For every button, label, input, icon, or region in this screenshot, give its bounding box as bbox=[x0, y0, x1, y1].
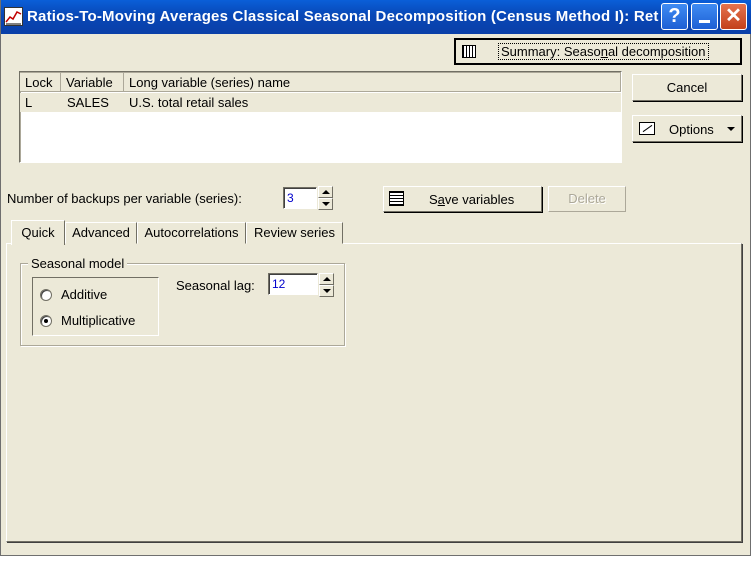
variables-table[interactable]: Lock Variable Long variable (series) nam… bbox=[19, 71, 622, 163]
seasonal-lag-label: Seasonal lag: bbox=[176, 278, 255, 293]
radio-multiplicative-label[interactable]: Multiplicative bbox=[61, 313, 135, 328]
title-bar[interactable]: Ratios-To-Moving Averages Classical Seas… bbox=[1, 0, 751, 34]
summary-button[interactable]: Summary: Seasonal decomposition bbox=[454, 38, 742, 65]
radio-additive-label[interactable]: Additive bbox=[61, 287, 107, 302]
spin-up-icon[interactable] bbox=[319, 273, 334, 285]
dropdown-arrow-icon bbox=[727, 127, 735, 131]
dialog-window: Ratios-To-Moving Averages Classical Seas… bbox=[0, 0, 751, 556]
column-header-variable[interactable]: Variable bbox=[61, 73, 124, 92]
save-variables-icon bbox=[389, 191, 404, 206]
chart-app-icon bbox=[4, 7, 23, 26]
minimize-button[interactable] bbox=[691, 3, 718, 30]
options-button[interactable]: Options bbox=[632, 115, 742, 142]
cancel-button[interactable]: Cancel bbox=[632, 74, 742, 101]
tab-advanced[interactable]: Advanced bbox=[65, 222, 137, 244]
spin-up-icon[interactable] bbox=[318, 186, 333, 198]
cell-lock: L bbox=[25, 95, 33, 110]
column-header-lock[interactable]: Lock bbox=[20, 73, 61, 92]
options-icon bbox=[639, 122, 655, 135]
tab-review-series[interactable]: Review series bbox=[246, 222, 343, 244]
help-button[interactable]: ? bbox=[661, 3, 688, 30]
column-header-long-name[interactable]: Long variable (series) name bbox=[124, 73, 621, 92]
save-variables-label: Save variables bbox=[429, 192, 515, 207]
radio-multiplicative-icon[interactable] bbox=[40, 315, 52, 327]
tab-quick[interactable]: Quick bbox=[11, 220, 65, 245]
save-variables-button[interactable]: Save variables bbox=[383, 186, 542, 212]
table-row[interactable]: L SALES U.S. total retail sales bbox=[20, 93, 621, 112]
minimize-icon bbox=[699, 20, 710, 23]
table-header: Lock Variable Long variable (series) nam… bbox=[20, 73, 621, 92]
table-grid-icon bbox=[462, 45, 476, 58]
cell-variable: SALES bbox=[67, 95, 109, 110]
close-button[interactable]: ✕ bbox=[720, 3, 747, 30]
tab-autocorrelations[interactable]: Autocorrelations bbox=[137, 222, 246, 244]
radio-additive-icon[interactable] bbox=[40, 289, 52, 301]
delete-button[interactable]: Delete bbox=[548, 186, 626, 212]
backups-label: Number of backups per variable (series): bbox=[7, 191, 242, 206]
spin-down-icon[interactable] bbox=[319, 285, 334, 297]
seasonal-lag-input[interactable]: 12 bbox=[268, 273, 318, 295]
backups-input[interactable]: 3 bbox=[283, 187, 317, 209]
seasonal-model-legend: Seasonal model bbox=[28, 256, 128, 271]
spin-down-icon[interactable] bbox=[318, 198, 333, 210]
seasonal-lag-stepper[interactable] bbox=[319, 273, 334, 297]
options-button-label: Options bbox=[669, 122, 714, 137]
backups-stepper[interactable] bbox=[318, 186, 333, 210]
summary-button-label: Summary: Seasonal decomposition bbox=[498, 43, 709, 60]
window-title: Ratios-To-Moving Averages Classical Seas… bbox=[27, 8, 659, 25]
cell-long-name: U.S. total retail sales bbox=[129, 95, 249, 110]
